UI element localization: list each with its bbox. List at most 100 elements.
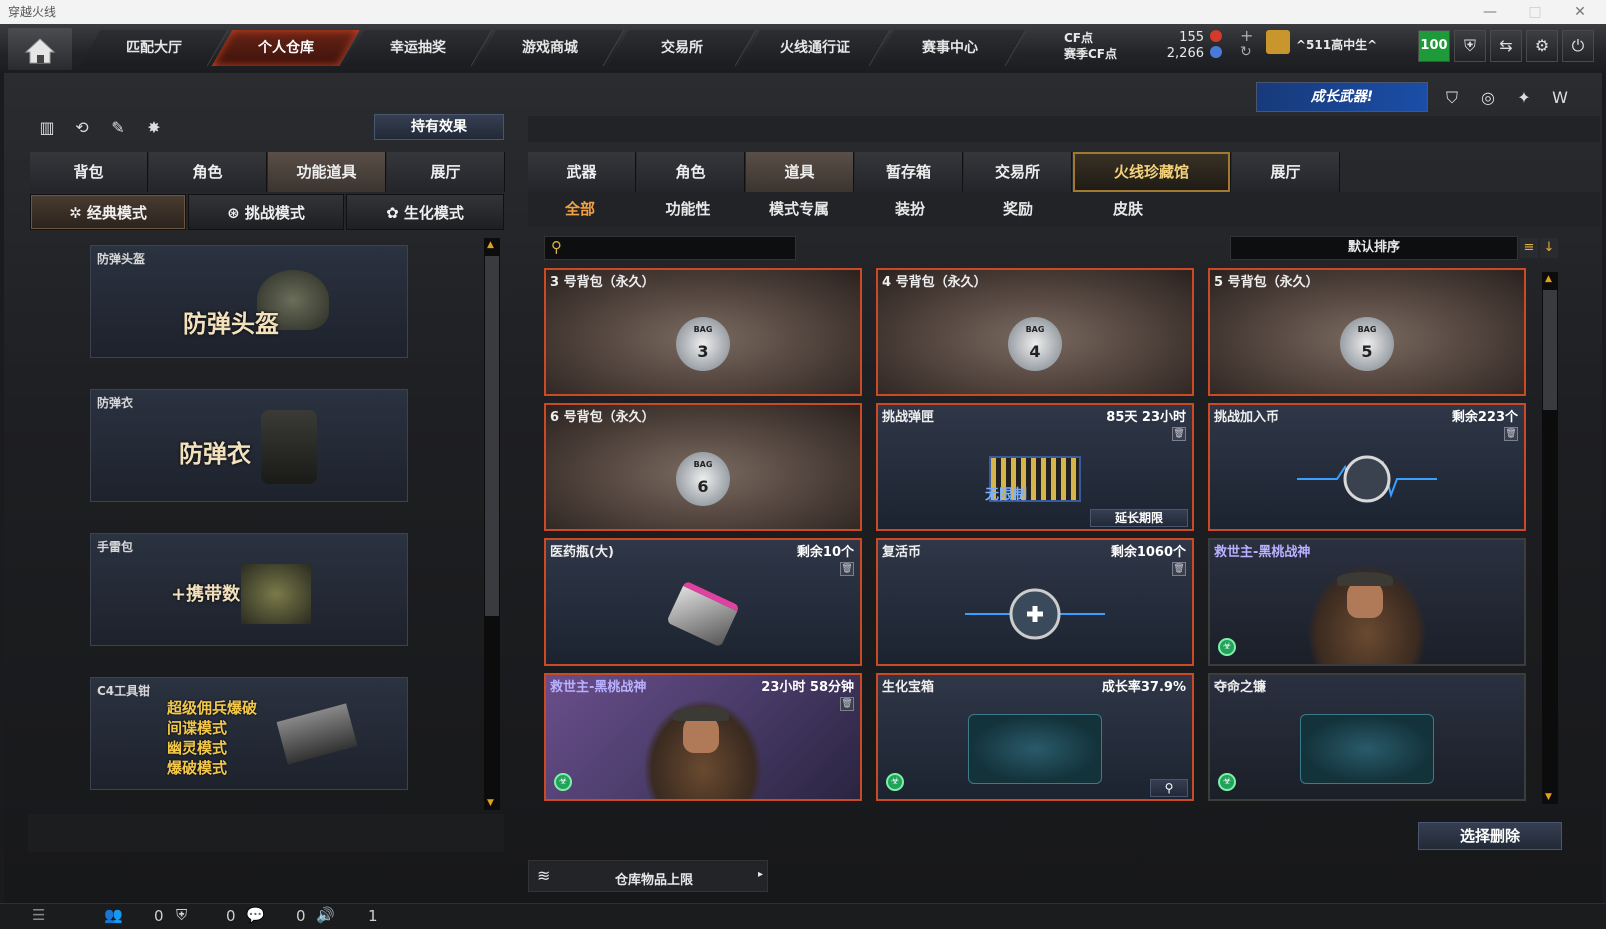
subtab-cosmetic[interactable]: 装扮 [858,194,962,224]
tab-exchange[interactable]: 交易所 [607,30,757,66]
item-card-challenge-coin[interactable]: 挑战加入币 剩余223个 🗑 [1208,403,1526,531]
item-card-medkit-large[interactable]: 医药瓶(大) 剩余10个 🗑 [544,538,862,666]
tab-backpack[interactable]: 背包 [30,152,148,192]
tab-roles[interactable]: 角色 [637,152,745,192]
tab-collection-hall[interactable]: 火线珍藏馆 [1073,152,1231,192]
shield-icon[interactable]: ⛨ [1454,30,1486,62]
menu-icon[interactable]: ☰ [32,906,45,924]
item-card-bag5[interactable]: 5 号背包（永久） BAG 5 [1208,268,1526,396]
subtab-all[interactable]: 全部 [528,194,632,224]
item-title: C4工具钳 [97,684,151,698]
left-scrollbar[interactable]: ▲ ▼ [484,238,500,810]
refresh-icon[interactable]: ↻ [1240,44,1252,60]
clan-icon[interactable]: ⛨ [176,906,187,924]
sort-order-icon[interactable]: ↓ [1540,238,1558,258]
scroll-thumb[interactable] [1543,290,1557,410]
item-card-bag3[interactable]: 3 号背包（永久） BAG 3 [544,268,862,396]
list-view-icon[interactable]: ≡ [1520,238,1538,258]
subtab-functional[interactable]: 功能性 [636,194,740,224]
item-card-savior-spade-1[interactable]: 救世主-黑桃战神 ☣ [1208,538,1526,666]
select-delete-button[interactable]: 选择删除 [1418,822,1562,850]
sort-dropdown[interactable]: 默认排序 [1230,236,1518,260]
backpack-icon: BAG 5 [1340,317,1394,371]
left-item-helmet[interactable]: 防弹头盔 防弹头盔 [90,245,408,358]
home-button[interactable] [8,28,72,70]
scroll-up-icon[interactable]: ▲ [487,240,494,250]
tab-stash[interactable]: 暂存箱 [855,152,963,192]
c4-modes-list: 超级佣兵爆破 间谍模式 幽灵模式 爆破模式 [167,698,257,778]
tab-match-lobby[interactable]: 匹配大厅 [79,30,229,66]
brush-icon[interactable]: ✎ [104,114,132,142]
minimize-button[interactable]: — [1470,0,1510,24]
tab-showroom[interactable]: 展厅 [387,152,505,192]
left-item-grenade-pack[interactable]: 手雷包 +携带数 [90,533,408,646]
sort-label: 默认排序 [1347,240,1400,255]
tab-inventory[interactable]: 个人仓库 [211,30,361,66]
item-card-bag4[interactable]: 4 号背包（永久） BAG 4 [876,268,1194,396]
maximize-button[interactable]: □ [1515,0,1555,24]
close-button[interactable]: ✕ [1560,0,1600,24]
friends-count: 0 [154,907,164,925]
expand-arrow-icon[interactable]: ▸ [758,869,763,880]
left-item-c4-pliers[interactable]: C4工具钳 超级佣兵爆破 间谍模式 幽灵模式 爆破模式 [90,677,408,790]
chat-icon[interactable]: 💬 [246,906,265,924]
item-card-challenge-magazine[interactable]: 挑战弹匣 85天 23小时 🗑 无限制 延长期限 [876,403,1194,531]
effects-button[interactable]: 持有效果 [374,114,504,140]
tab-shop[interactable]: 游戏商城 [475,30,625,66]
grid-scrollbar[interactable]: ▲ ▼ [1542,272,1558,804]
w-logo-icon[interactable]: W [1546,84,1574,112]
scroll-down-icon[interactable]: ▼ [487,798,494,808]
tab-weapons[interactable]: 武器 [528,152,636,192]
tab-showroom-right[interactable]: 展厅 [1232,152,1340,192]
scroll-thumb[interactable] [485,256,499,616]
left-item-vest[interactable]: 防弹衣 防弹衣 [90,389,408,502]
soldier-portrait [643,699,763,799]
item-card-reaper-scythe[interactable]: 夺命之镰 ☣ [1208,673,1526,801]
item-title: 挑战弹匣 [882,410,935,425]
add-icon[interactable]: + [1240,26,1253,45]
subtab-mode-exclusive[interactable]: 模式专属 [744,194,854,224]
tab-lottery[interactable]: 幸运抽奖 [343,30,493,66]
ranking-icon[interactable]: ▥ [33,114,61,142]
tab-functional-items[interactable]: 功能道具 [268,152,386,192]
history-icon[interactable]: ⟲ [68,114,96,142]
grenade-icon[interactable]: ✸ [140,114,168,142]
bio-chest-icon [968,714,1102,784]
left-footer [28,814,504,852]
item-card-savior-spade-2[interactable]: 救世主-黑桃战神 23小时 58分钟 🗑 ☣ [544,673,862,801]
extend-duration-button[interactable]: 延长期限 [1090,509,1188,527]
subtab-skins[interactable]: 皮肤 [1076,194,1180,224]
item-card-bag6[interactable]: 6 号背包（永久） BAG 6 [544,403,862,531]
mode-zombie[interactable]: ✿ 生化模式 [346,194,504,230]
revive-coin-icon [965,588,1105,640]
chat-count: 0 [296,907,306,925]
mode-classic[interactable]: ✲ 经典模式 [30,194,186,230]
tab-character[interactable]: 角色 [149,152,267,192]
item-card-revive-coin[interactable]: 复活币 剩余1060个 🗑 [876,538,1194,666]
tab-battle-pass[interactable]: 火线通行证 [739,30,891,66]
zombie-mode-badge-icon: ☣ [1218,638,1236,656]
item-growth-rate: 成长率37.9% [1101,680,1186,695]
subtab-rewards[interactable]: 奖励 [966,194,1070,224]
inspect-search-icon[interactable]: ⚲ [1150,779,1188,797]
tab-events[interactable]: 赛事中心 [873,30,1027,66]
scroll-down-icon[interactable]: ▼ [1545,792,1552,802]
search-input[interactable]: ⚲ [544,236,796,260]
storage-limit-bar[interactable]: ≋ 仓库物品上限 ▸ [528,860,768,892]
growth-weapon-banner[interactable]: 成长武器! [1256,82,1428,112]
scroll-up-icon[interactable]: ▲ [1545,274,1552,284]
claw-icon[interactable]: ✦ [1510,84,1538,112]
badge-icon[interactable]: ⛉ [1438,84,1466,112]
mode-challenge[interactable]: ⊛ 挑战模式 [188,194,344,230]
tab-items[interactable]: 道具 [746,152,854,192]
volume-icon[interactable]: 🔊 [316,906,335,924]
gear-icon[interactable]: ⚙ [1526,30,1558,62]
globe-icon[interactable]: ◎ [1474,84,1502,112]
item-card-bio-chest[interactable]: 生化宝箱 成长率37.9% ☣ ⚲ [876,673,1194,801]
friends-icon[interactable]: 👥 [104,906,123,924]
power-icon[interactable]: ⏻ [1562,30,1594,62]
item-title: 5 号背包（永久） [1214,275,1319,290]
switch-icon[interactable]: ⇆ [1490,30,1522,62]
tab-exchange-right[interactable]: 交易所 [964,152,1072,192]
item-title: 救世主-黑桃战神 [1214,545,1311,560]
